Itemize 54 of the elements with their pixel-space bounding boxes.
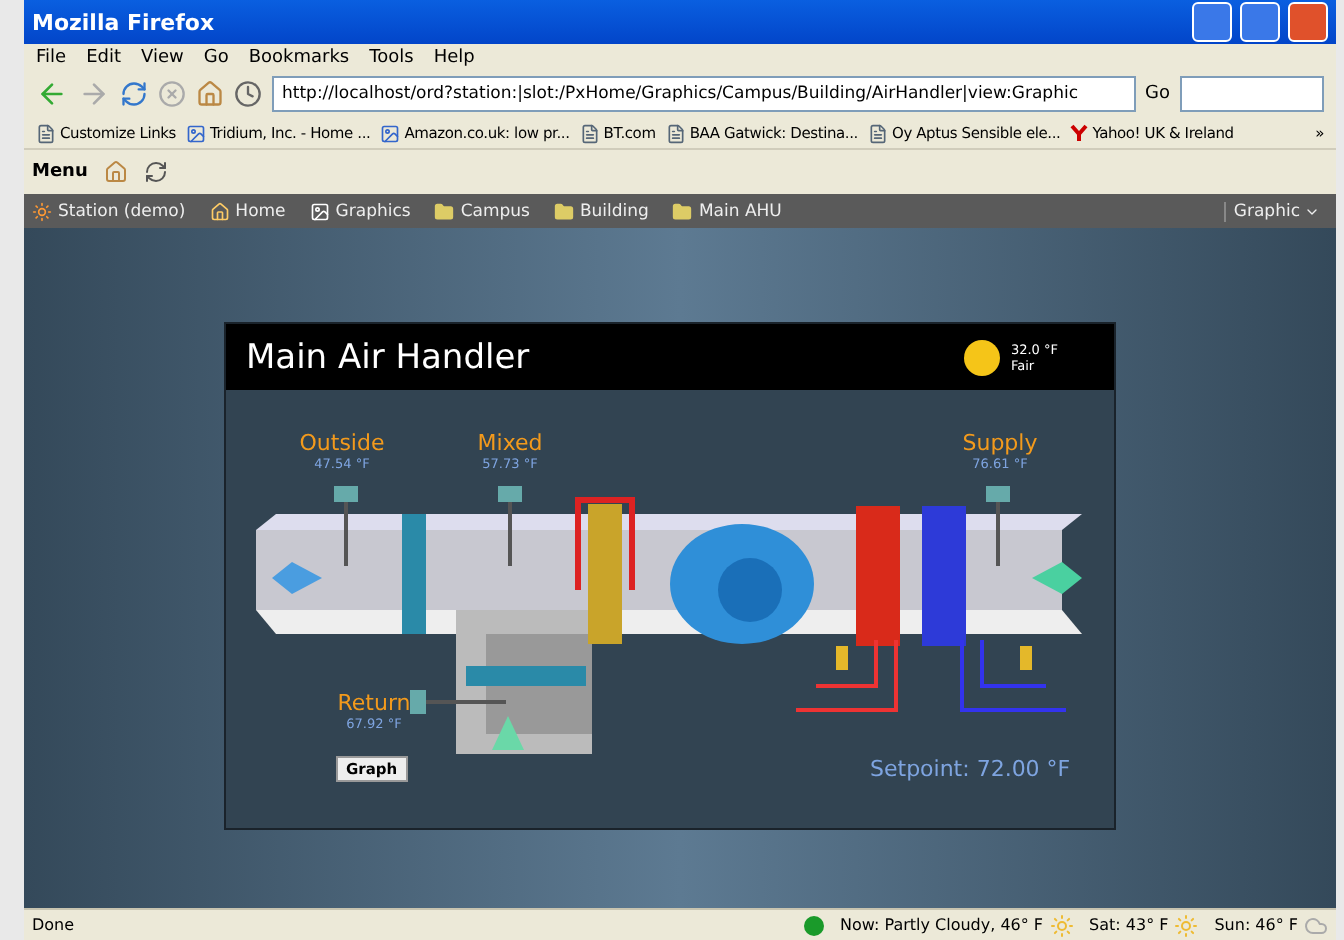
site-icon: [186, 123, 207, 143]
sun-icon: [962, 337, 1003, 377]
minimize-button[interactable]: [1192, 2, 1232, 42]
sensor-label: Supply: [962, 430, 1038, 456]
folder-icon: [553, 201, 574, 221]
page-icon: [665, 123, 686, 143]
sensor-label: Return: [337, 690, 411, 716]
breadcrumb-link[interactable]: Home: [209, 201, 286, 221]
search-field[interactable]: [1180, 76, 1324, 112]
forecast-text: Sat: 43° F: [1089, 916, 1169, 934]
menu-button[interactable]: Menu: [32, 162, 88, 182]
breadcrumb-link[interactable]: Campus: [434, 201, 530, 221]
menu-item[interactable]: Help: [433, 47, 475, 67]
menu-item[interactable]: Edit: [86, 47, 121, 67]
breadcrumb-link[interactable]: Main AHU: [672, 201, 782, 221]
home-icon[interactable]: [103, 160, 128, 184]
panel-title: Main Air Handler: [246, 337, 532, 377]
home-icon: [209, 201, 230, 221]
sensor-label: Outside: [299, 430, 385, 456]
setpoint-text: Setpoint: 72.00 °F: [870, 756, 1071, 782]
page-icon: [867, 123, 888, 143]
breadcrumb-link[interactable]: Building: [553, 201, 649, 221]
page-icon: [579, 123, 600, 143]
window-title: Mozilla Firefox: [32, 9, 217, 35]
maximize-button[interactable]: [1240, 2, 1280, 42]
yahoo-icon: [1070, 124, 1089, 142]
view-selector[interactable]: Graphic: [1223, 201, 1328, 221]
home-icon[interactable]: [196, 80, 224, 108]
folder-icon: [672, 201, 693, 221]
history-icon[interactable]: [234, 80, 262, 108]
folder-icon: [434, 201, 455, 221]
menu-item[interactable]: File: [36, 47, 67, 67]
forward-icon[interactable]: [78, 78, 110, 110]
status-text: Done: [32, 916, 77, 934]
sensor-label: Mixed: [477, 430, 543, 456]
page-icon: [36, 123, 56, 143]
breadcrumb-link[interactable]: Graphics: [309, 201, 411, 221]
site-icon: [380, 123, 401, 143]
menu-item[interactable]: Bookmarks: [248, 47, 350, 67]
menu-item[interactable]: View: [141, 47, 184, 67]
image-icon: [309, 201, 330, 221]
stop-icon[interactable]: [158, 80, 186, 108]
menu-item[interactable]: Tools: [369, 47, 414, 67]
back-icon[interactable]: [36, 78, 68, 110]
cloud-icon: [1304, 913, 1328, 937]
breadcrumb-link[interactable]: Station (demo): [32, 201, 186, 221]
refresh-icon[interactable]: [143, 160, 168, 184]
forecast-text: Sun: 46° F: [1214, 916, 1298, 934]
go-button[interactable]: Go: [1145, 84, 1170, 104]
menu-item[interactable]: Go: [203, 47, 229, 67]
forecast-text: Now: Partly Cloudy, 46° F: [840, 916, 1044, 934]
reload-icon[interactable]: [120, 80, 148, 108]
close-button[interactable]: [1288, 2, 1328, 42]
url-field[interactable]: http://localhost/ord?station:|slot:/PxHome/Graphics/Campus/Building/AirHandler|view:Graphic: [272, 76, 1136, 112]
